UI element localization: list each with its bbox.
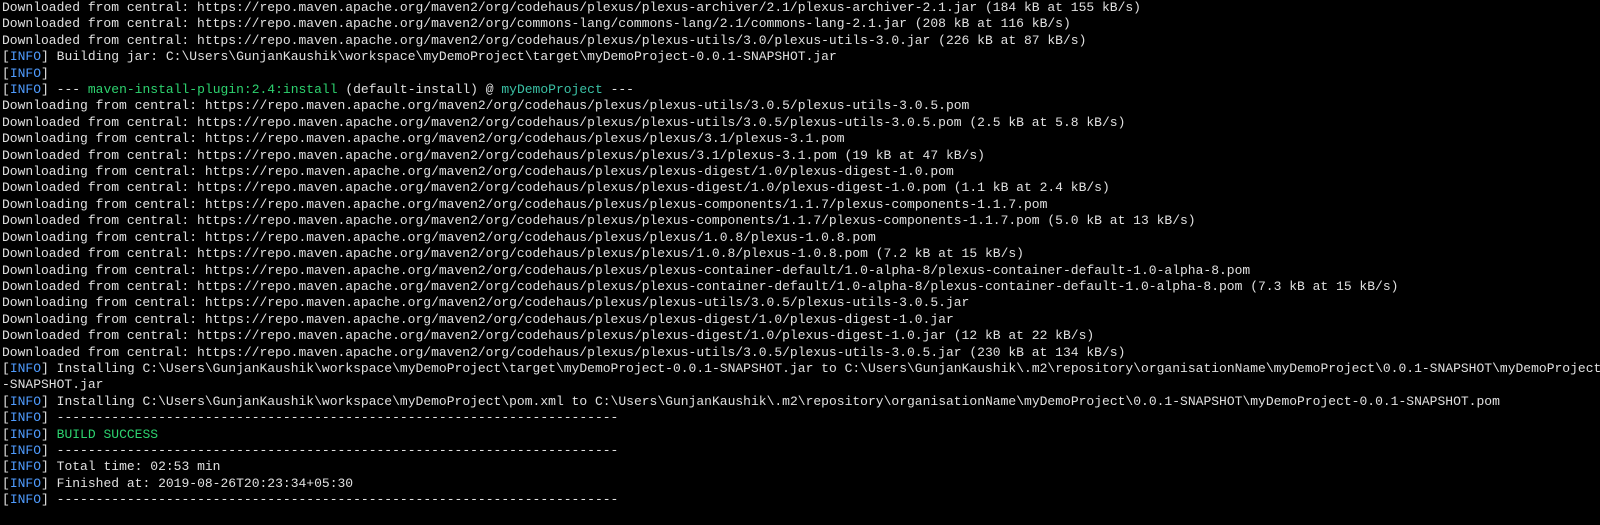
log-line: Downloaded from central: https://repo.ma… [2, 213, 1598, 229]
log-line: [INFO] ---------------------------------… [2, 410, 1598, 426]
log-line: [INFO] Finished at: 2019-08-26T20:23:34+… [2, 476, 1598, 492]
log-text: Downloading from central: https://repo.m… [2, 230, 876, 245]
log-line: [INFO] BUILD SUCCESS [2, 427, 1598, 443]
log-line: [INFO] Installing C:\Users\GunjanKaushik… [2, 361, 1598, 377]
log-line: Downloading from central: https://repo.m… [2, 98, 1598, 114]
log-line: Downloading from central: https://repo.m… [2, 295, 1598, 311]
log-text: Downloading from central: https://repo.m… [2, 131, 845, 146]
log-line: -SNAPSHOT.jar [2, 377, 1598, 393]
log-text: Downloaded from central: https://repo.ma… [2, 33, 1086, 48]
log-text: Total time: 02:53 min [57, 459, 221, 474]
log-line: Downloaded from central: https://repo.ma… [2, 0, 1598, 16]
terminal-output[interactable]: Downloaded from central: https://repo.ma… [0, 0, 1600, 509]
log-text: Building jar: C:\Users\GunjanKaushik\wor… [57, 49, 837, 64]
log-line: [INFO] Total time: 02:53 min [2, 459, 1598, 475]
log-text: Downloading from central: https://repo.m… [2, 312, 954, 327]
log-line: Downloaded from central: https://repo.ma… [2, 33, 1598, 49]
log-line: [INFO] --- maven-install-plugin:2.4:inst… [2, 82, 1598, 98]
log-line: Downloaded from central: https://repo.ma… [2, 16, 1598, 32]
log-text: Downloaded from central: https://repo.ma… [2, 345, 1125, 360]
log-text: Downloading from central: https://repo.m… [2, 295, 969, 310]
log-text: Downloaded from central: https://repo.ma… [2, 148, 985, 163]
log-line: Downloaded from central: https://repo.ma… [2, 180, 1598, 196]
log-text: Downloaded from central: https://repo.ma… [2, 115, 1125, 130]
log-text: Downloaded from central: https://repo.ma… [2, 279, 1398, 294]
log-line: [INFO] Building jar: C:\Users\GunjanKaus… [2, 49, 1598, 65]
log-text: Finished at: 2019-08-26T20:23:34+05:30 [57, 476, 353, 491]
log-line: Downloaded from central: https://repo.ma… [2, 345, 1598, 361]
log-text: Installing C:\Users\GunjanKaushik\worksp… [57, 394, 1500, 409]
log-line: Downloading from central: https://repo.m… [2, 164, 1598, 180]
log-text: Downloaded from central: https://repo.ma… [2, 0, 1141, 15]
log-text: Downloaded from central: https://repo.ma… [2, 180, 1110, 195]
log-line: Downloading from central: https://repo.m… [2, 263, 1598, 279]
log-text: Downloading from central: https://repo.m… [2, 197, 1047, 212]
log-line: [INFO] ---------------------------------… [2, 492, 1598, 508]
log-line: Downloaded from central: https://repo.ma… [2, 246, 1598, 262]
log-line: Downloaded from central: https://repo.ma… [2, 148, 1598, 164]
log-text: Installing C:\Users\GunjanKaushik\worksp… [57, 361, 1600, 376]
plugin-goal: maven-install-plugin:2.4:install [88, 82, 338, 97]
log-text: ----------------------------------------… [57, 443, 619, 458]
project-name: myDemoProject [501, 82, 602, 97]
log-line: [INFO] [2, 66, 1598, 82]
log-text: ----------------------------------------… [57, 410, 619, 425]
log-text: ----------------------------------------… [57, 492, 619, 507]
log-text: Downloaded from central: https://repo.ma… [2, 328, 1094, 343]
log-text: Downloading from central: https://repo.m… [2, 263, 1250, 278]
log-line: Downloaded from central: https://repo.ma… [2, 115, 1598, 131]
log-line: Downloaded from central: https://repo.ma… [2, 328, 1598, 344]
log-line: Downloaded from central: https://repo.ma… [2, 279, 1598, 295]
log-text: Downloading from central: https://repo.m… [2, 164, 954, 179]
log-line: [INFO] Installing C:\Users\GunjanKaushik… [2, 394, 1598, 410]
plugin-mid: (default-install) @ [338, 82, 502, 97]
dash: --- [57, 82, 88, 97]
log-line: Downloading from central: https://repo.m… [2, 230, 1598, 246]
log-text: -SNAPSHOT.jar [2, 377, 103, 392]
log-line: Downloading from central: https://repo.m… [2, 131, 1598, 147]
log-text: Downloaded from central: https://repo.ma… [2, 213, 1196, 228]
dash-trail: --- [603, 82, 634, 97]
build-success: BUILD SUCCESS [57, 427, 158, 442]
log-text: Downloading from central: https://repo.m… [2, 98, 969, 113]
log-text: Downloaded from central: https://repo.ma… [2, 246, 1024, 261]
log-line: Downloading from central: https://repo.m… [2, 312, 1598, 328]
log-line: [INFO] ---------------------------------… [2, 443, 1598, 459]
log-text: Downloaded from central: https://repo.ma… [2, 16, 1071, 31]
log-line: Downloading from central: https://repo.m… [2, 197, 1598, 213]
